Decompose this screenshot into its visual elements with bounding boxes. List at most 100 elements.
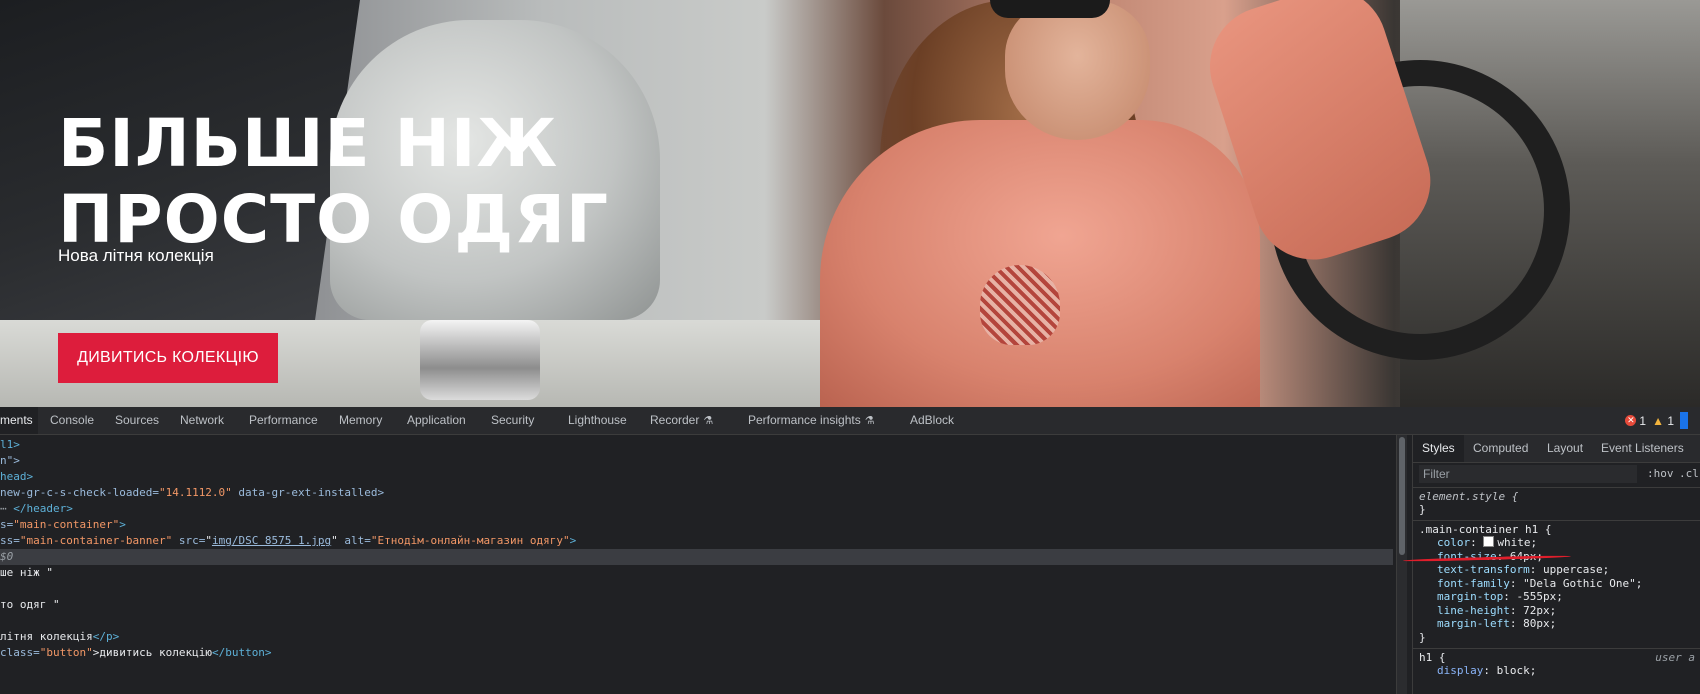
devtools-tabbar: ments Console Sources Network Performanc…: [0, 407, 1700, 435]
decl-text-transform[interactable]: text-transform: uppercase;: [1419, 563, 1695, 577]
tab-lighthouse[interactable]: Lighthouse: [568, 407, 627, 434]
tree-line[interactable]: ⋯ </header>: [0, 501, 73, 517]
tab-console[interactable]: Console: [50, 407, 94, 434]
tree-attr: s=: [0, 518, 14, 531]
issues-badges[interactable]: ✕ 1 ▲ 1: [1625, 412, 1688, 429]
tree-value: "main-container": [13, 518, 120, 531]
hero-title: Більше ніж просто одяг: [58, 106, 609, 258]
tree-line[interactable]: літня колекція</p>: [0, 629, 119, 645]
decl-prop: margin-top: [1437, 590, 1504, 603]
tree-link[interactable]: img/DSC 8575 1.jpg: [212, 534, 331, 547]
hero-photo-sunglasses: [990, 0, 1110, 18]
tree-attr: alt=: [337, 534, 371, 547]
tree-line[interactable]: l1>: [0, 437, 20, 453]
tab-memory[interactable]: Memory: [339, 407, 382, 434]
tree-line[interactable]: n">: [0, 453, 20, 469]
tree-text: літня колекція: [0, 630, 93, 643]
tab-recorder[interactable]: Recorder ⚗: [650, 407, 713, 434]
error-icon: ✕: [1625, 415, 1637, 426]
decl-value: 72px;: [1523, 603, 1557, 617]
tree-line[interactable]: s="main-container">: [0, 517, 126, 533]
tree-line[interactable]: то одяг ": [0, 597, 60, 613]
styles-pane: Styles Computed Layout Event Listeners :…: [1412, 435, 1700, 694]
tab-performance-insights[interactable]: Performance insights ⚗: [748, 407, 875, 434]
decl-value: block;: [1496, 663, 1537, 677]
scrollbar-thumb[interactable]: [1399, 437, 1405, 555]
tree-attr: src=: [172, 534, 206, 547]
tree-value: "main-container-banner": [19, 534, 173, 547]
tree-line-selected[interactable]: $0: [0, 549, 1393, 565]
tree-attr: class=: [0, 646, 40, 659]
elements-scrollbar[interactable]: [1396, 435, 1407, 694]
tree-line[interactable]: ше ніж ": [0, 565, 53, 581]
decl-color[interactable]: color: white;: [1419, 536, 1695, 550]
class-toggle[interactable]: .cl: [1679, 467, 1699, 480]
tree-text: l1>: [0, 438, 20, 451]
warning-icon: ▲: [1652, 413, 1664, 428]
tree-text: $0: [0, 550, 14, 563]
error-count: 1: [1639, 413, 1647, 428]
tree-text: </button>: [211, 646, 272, 659]
rule-selector: .main-container h1 {: [1419, 523, 1552, 536]
tree-line[interactable]: class="button">дивитись колекцію</button…: [0, 645, 272, 661]
tab-event-listeners[interactable]: Event Listeners: [1601, 435, 1684, 462]
hover-state-toggle[interactable]: :hov: [1647, 467, 1674, 480]
tree-text: >дивитись колекцію: [92, 646, 212, 659]
decl-value: "Dela Gothic One";: [1523, 576, 1643, 590]
decl-line-height[interactable]: line-height: 72px;: [1419, 604, 1695, 618]
tab-security[interactable]: Security: [491, 407, 534, 434]
error-counter[interactable]: ✕ 1: [1625, 414, 1646, 428]
decl-value: -555px;: [1516, 590, 1563, 603]
tree-text: ше ніж ": [0, 566, 53, 579]
tab-network[interactable]: Network: [180, 407, 224, 434]
styles-filter-bar: :hov .cl: [1413, 463, 1700, 488]
decl-margin-top[interactable]: margin-top: -555px;: [1419, 590, 1695, 604]
tab-performance[interactable]: Performance: [249, 407, 318, 434]
hero-photo-embroidery: [980, 265, 1060, 345]
view-collection-button[interactable]: ДИВИТИСЬ КОЛЕКЦІЮ: [58, 333, 278, 383]
tree-text: то одяг ": [0, 598, 60, 611]
decl-prop: display: [1437, 663, 1484, 677]
decl-display[interactable]: display: block;: [1419, 664, 1695, 678]
flask-icon: ⚗: [703, 415, 714, 427]
tab-application[interactable]: Application: [407, 407, 466, 434]
tab-elements[interactable]: ments: [0, 407, 38, 434]
styles-subtabs: Styles Computed Layout Event Listeners: [1413, 435, 1700, 463]
tree-attr: ss=: [0, 534, 20, 547]
tab-adblock[interactable]: AdBlock: [910, 407, 954, 434]
rule-origin: user a: [1655, 650, 1695, 664]
warning-counter[interactable]: ▲ 1: [1652, 414, 1674, 428]
decl-value: 80px;: [1523, 617, 1557, 630]
devtools-panel: ments Console Sources Network Performanc…: [0, 407, 1700, 694]
warning-count: 1: [1667, 413, 1674, 428]
rule-selector: element.style {: [1419, 490, 1519, 503]
style-rules: element.style { } .main-container h1 { c…: [1413, 488, 1700, 681]
decl-font-family[interactable]: font-family: "Dela Gothic One";: [1419, 577, 1695, 591]
rule-main-container-h1[interactable]: .main-container h1 { color: white; font-…: [1413, 521, 1700, 649]
elements-tree[interactable]: l1> n"> head> new-gr-c-s-check-loaded="1…: [0, 435, 1395, 694]
tree-line[interactable]: new-gr-c-s-check-loaded="14.1112.0" data…: [0, 485, 384, 501]
tree-value: "button": [39, 646, 93, 659]
tab-performance-insights-label: Performance insights: [748, 413, 861, 427]
decl-prop: line-height: [1437, 603, 1510, 617]
hero-subtitle: Нова літня колекція: [58, 246, 214, 265]
tab-sources[interactable]: Sources: [115, 407, 159, 434]
tree-line[interactable]: head>: [0, 469, 33, 485]
tree-attr: new-gr-c-s-check-loaded=: [0, 486, 159, 499]
tab-computed[interactable]: Computed: [1473, 435, 1528, 462]
ellipsis-icon[interactable]: ⋯: [0, 502, 13, 515]
tree-attr: data-gr-ext-installed>: [231, 486, 385, 499]
tab-styles[interactable]: Styles: [1413, 435, 1464, 462]
color-swatch-icon[interactable]: [1483, 536, 1495, 547]
rule-close: }: [1419, 630, 1426, 644]
hero-title-line1: Більше ніж: [58, 105, 559, 182]
decl-margin-left[interactable]: margin-left: 80px;: [1419, 617, 1695, 631]
decl-value: uppercase;: [1542, 563, 1610, 576]
decl-prop: margin-left: [1437, 617, 1510, 630]
styles-filter-input[interactable]: [1419, 465, 1637, 483]
rule-h1-user-agent[interactable]: h1 { user a display: block;: [1413, 649, 1700, 682]
tab-layout[interactable]: Layout: [1547, 435, 1583, 462]
rule-element-style[interactable]: element.style { }: [1413, 488, 1700, 521]
settings-edge-icon[interactable]: [1680, 412, 1688, 429]
tree-line[interactable]: ss="main-container-banner" src="img/DSC …: [0, 533, 576, 549]
